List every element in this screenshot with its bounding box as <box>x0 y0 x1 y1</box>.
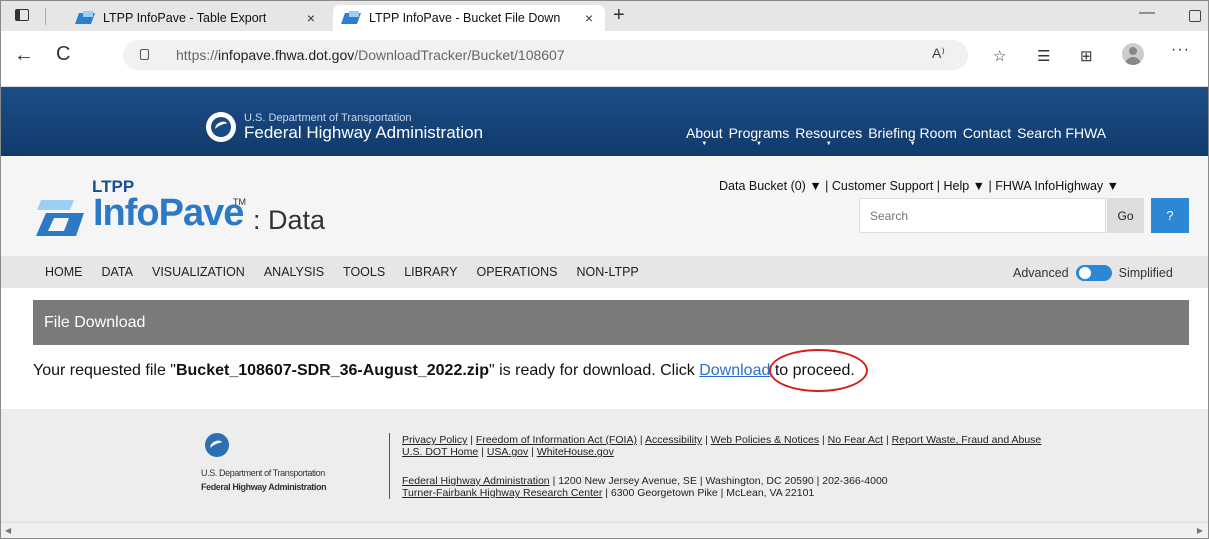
nav-home[interactable]: HOME <box>45 265 83 279</box>
simplified-label: Simplified <box>1118 266 1173 280</box>
highlight-circle <box>769 349 868 392</box>
scroll-right-icon[interactable]: ▶ <box>1197 526 1203 535</box>
nav-analysis[interactable]: ANALYSIS <box>264 265 324 279</box>
url-scheme: https:// <box>176 47 219 63</box>
footer <box>1 409 1208 522</box>
mode-toggle[interactable] <box>1075 265 1112 281</box>
address-text: | 1200 New Jersey Avenue, SE | Washingto… <box>549 475 888 487</box>
nav-about[interactable]: About <box>686 125 723 141</box>
new-tab-button[interactable]: + <box>613 4 625 27</box>
footer-link[interactable]: USA.gov <box>487 446 528 458</box>
profile-icon[interactable] <box>1122 43 1144 65</box>
file-name: Bucket_108607-SDR_36-August_2022.zip <box>175 362 489 379</box>
ltpp-favicon-icon <box>343 11 359 25</box>
go-button[interactable]: Go <box>1107 198 1144 233</box>
nav-briefing-room[interactable]: Briefing Room <box>868 125 957 141</box>
nav-contact[interactable]: Contact <box>963 125 1011 141</box>
more-icon[interactable]: ··· <box>1171 41 1190 59</box>
utility-links[interactable]: Data Bucket (0) ▼ | Customer Support | H… <box>719 179 1119 193</box>
footer-link[interactable]: Report Waste, Fraud and Abuse <box>892 434 1042 446</box>
collections-icon[interactable]: ⊞ <box>1080 47 1093 65</box>
back-icon[interactable]: ← <box>14 44 34 67</box>
footer-link[interactable]: Freedom of Information Act (FOIA) <box>476 434 637 446</box>
tab-strip: LTPP InfoPave - Table Export × LTPP Info… <box>1 1 1208 31</box>
footer-address: Federal Highway Administration | 1200 Ne… <box>402 475 888 499</box>
lock-icon[interactable] <box>140 49 149 60</box>
ltpp-road-logo-icon[interactable] <box>36 180 96 238</box>
download-message: Your requested file "Bucket_108607-SDR_3… <box>33 362 855 380</box>
url-text[interactable]: https://infopave.fhwa.dot.gov/DownloadTr… <box>176 47 565 63</box>
footer-link[interactable]: U.S. DOT Home <box>402 446 478 458</box>
close-icon[interactable]: × <box>301 10 321 26</box>
nav-search-fhwa[interactable]: Search FHWA <box>1017 125 1106 141</box>
search-input[interactable] <box>859 198 1106 233</box>
nav-operations[interactable]: OPERATIONS <box>476 265 557 279</box>
help-button[interactable]: ? <box>1151 198 1189 233</box>
message-text: Your requested file " <box>33 362 176 379</box>
read-aloud-icon[interactable]: A⁾ <box>932 45 945 62</box>
footer-link[interactable]: Accessibility <box>645 434 702 446</box>
data-section-label: : Data <box>253 205 326 235</box>
tab-actions-icon[interactable] <box>15 9 29 21</box>
scroll-left-icon[interactable]: ◀ <box>5 526 11 535</box>
footer-link[interactable]: Federal Highway Administration <box>402 475 550 487</box>
footer-divider <box>389 433 390 499</box>
footer-link[interactable]: Turner-Fairbank Highway Research Center <box>402 487 602 499</box>
minimize-button[interactable]: — <box>1139 4 1155 22</box>
ltpp-favicon-icon <box>77 11 93 25</box>
nav-visualization[interactable]: VISUALIZATION <box>152 265 245 279</box>
horizontal-scrollbar[interactable]: ◀ ▶ <box>1 522 1208 538</box>
favorites-icon[interactable]: ☰ <box>1037 47 1050 65</box>
message-text: " is ready for download. Click <box>489 362 700 379</box>
maximize-button[interactable] <box>1189 10 1201 22</box>
nav-resources[interactable]: Resources <box>795 125 862 141</box>
fhwa-agency-name[interactable]: Federal Highway Administration <box>244 123 483 143</box>
url-host: infopave.fhwa.dot.gov <box>218 47 355 63</box>
nav-programs[interactable]: Programs <box>729 125 790 141</box>
nav-data[interactable]: DATA <box>102 265 133 279</box>
url-path: /DownloadTracker/Bucket/108607 <box>354 47 565 63</box>
usdot-logo-icon[interactable] <box>206 112 236 142</box>
browser-toolbar: ← C https://infopave.fhwa.dot.gov/Downlo… <box>1 31 1208 87</box>
mode-toggle-group: Advanced Simplified <box>1013 265 1173 281</box>
advanced-label: Advanced <box>1013 266 1069 280</box>
infopave-brand[interactable]: InfoPave <box>93 192 244 235</box>
nav-non-ltpp[interactable]: NON-LTPP <box>577 265 639 279</box>
tab-table-export[interactable]: LTPP InfoPave - Table Export × <box>67 5 327 31</box>
main-nav: HOME DATA VISUALIZATION ANALYSIS TOOLS L… <box>1 256 1208 288</box>
refresh-icon[interactable]: C <box>56 43 70 66</box>
footer-agency: Federal Highway Administration <box>201 482 327 492</box>
address-text: | 6300 Georgetown Pike | McLean, VA 2210… <box>602 487 815 499</box>
address-bar[interactable]: https://infopave.fhwa.dot.gov/DownloadTr… <box>123 40 968 70</box>
fhwa-header <box>1 87 1208 156</box>
favorites-add-icon[interactable]: ☆ <box>993 47 1006 65</box>
browser-window: LTPP InfoPave - Table Export × LTPP Info… <box>0 0 1209 539</box>
tab-title: LTPP InfoPave - Bucket File Down <box>369 11 561 25</box>
footer-link[interactable]: Privacy Policy <box>402 434 467 446</box>
footer-link[interactable]: No Fear Act <box>828 434 883 446</box>
footer-department: U.S. Department of Transportation <box>201 468 325 478</box>
nav-tools[interactable]: TOOLS <box>343 265 385 279</box>
tab-title: LTPP InfoPave - Table Export <box>103 11 267 25</box>
tab-bucket-file-download[interactable]: LTPP InfoPave - Bucket File Down × <box>333 5 605 31</box>
fhwa-top-nav: About Programs Resources Briefing Room C… <box>686 125 1106 141</box>
footer-links: Privacy Policy | Freedom of Information … <box>402 434 1042 458</box>
nav-library[interactable]: LIBRARY <box>404 265 457 279</box>
tab-separator <box>45 8 46 25</box>
footer-link[interactable]: Web Policies & Notices <box>711 434 819 446</box>
close-icon[interactable]: × <box>579 10 599 26</box>
usdot-logo-icon <box>205 433 229 457</box>
footer-link[interactable]: WhiteHouse.gov <box>537 446 614 458</box>
download-link[interactable]: Download <box>699 362 770 379</box>
trademark: TM <box>233 197 246 207</box>
section-title: File Download <box>33 300 1189 345</box>
